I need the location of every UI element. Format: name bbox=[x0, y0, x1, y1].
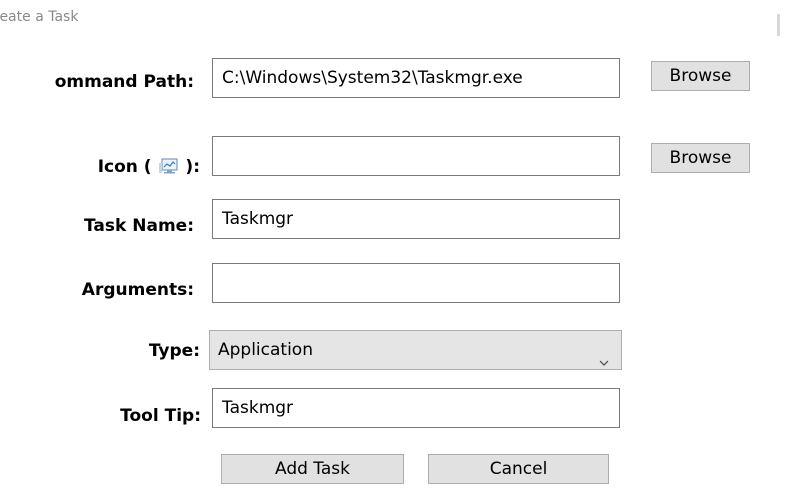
browse-icon-button[interactable]: Browse bbox=[651, 143, 750, 173]
cancel-button[interactable]: Cancel bbox=[428, 454, 609, 484]
browse-command-button[interactable]: Browse bbox=[651, 61, 750, 91]
tool-tip-label: Tool Tip: bbox=[120, 406, 201, 426]
type-label: Type: bbox=[148, 341, 200, 361]
monitor-chart-icon bbox=[158, 157, 180, 175]
icon-label-suffix: ): bbox=[185, 157, 200, 177]
window-title: reate a Task bbox=[0, 9, 79, 25]
icon-label: Icon ( ): bbox=[0, 157, 200, 177]
task-name-field[interactable]: Taskmgr bbox=[212, 199, 620, 239]
command-path-field[interactable]: C:\Windows\System32\Taskmgr.exe bbox=[212, 58, 620, 98]
command-path-label: ommand Path: bbox=[54, 72, 194, 92]
task-name-label: Task Name: bbox=[84, 216, 194, 236]
type-select[interactable]: Application bbox=[209, 330, 622, 370]
arguments-field[interactable] bbox=[212, 263, 620, 303]
icon-label-prefix: Icon ( bbox=[97, 157, 152, 177]
add-task-button[interactable]: Add Task bbox=[221, 454, 404, 484]
type-select-value: Application bbox=[218, 340, 313, 360]
icon-path-field[interactable] bbox=[212, 136, 620, 176]
arguments-label: Arguments: bbox=[81, 280, 194, 300]
tool-tip-field[interactable]: Taskmgr bbox=[212, 388, 620, 428]
window-edge bbox=[777, 14, 780, 36]
chevron-down-icon bbox=[599, 344, 609, 366]
create-task-dialog: reate a Task ommand Path: C:\Windows\Sys… bbox=[0, 0, 785, 500]
